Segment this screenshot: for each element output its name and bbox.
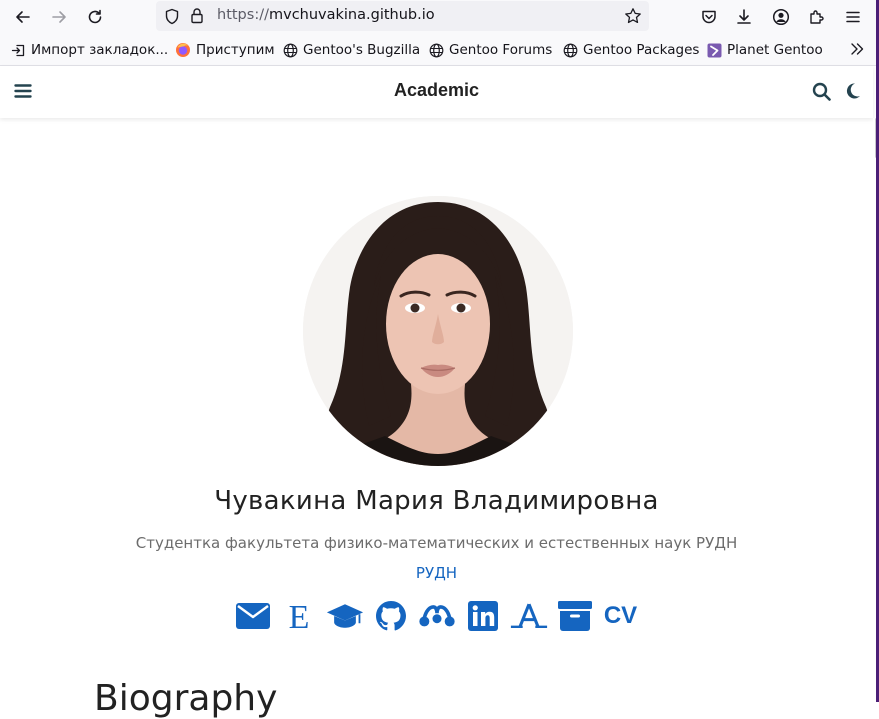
planet-gentoo-icon [707, 43, 722, 57]
reload-icon [88, 9, 102, 24]
email-link[interactable] [234, 598, 272, 634]
url-text[interactable]: https://mvchuvakina.github.io [217, 7, 435, 23]
archive-box-icon [557, 601, 592, 631]
cv-label: CV [603, 602, 638, 629]
bookmark-label: Импорт закладок... [31, 42, 169, 58]
github-icon [375, 601, 406, 631]
url-scheme: https:// [217, 7, 269, 23]
bookmark-import[interactable]: Импорт закладок... [11, 42, 168, 58]
bookmark-gentoo-packages[interactable]: Gentoo Packages [563, 42, 699, 58]
linkedin-link[interactable] [464, 598, 502, 634]
bookmark-label: Приступим [196, 42, 275, 58]
url-host: mvchuvakina.github.io [268, 7, 435, 23]
svg-text:E: E [288, 600, 309, 632]
bookmark-label: Gentoo's Bugzilla [303, 42, 421, 58]
shield-icon[interactable] [164, 8, 180, 25]
google-scholar-link[interactable] [326, 598, 364, 634]
bookmark-label: Planet Gentoo [727, 42, 823, 58]
arrow-left-icon [16, 11, 30, 23]
extensions-button[interactable] [804, 4, 830, 30]
account-button[interactable] [768, 4, 794, 30]
profile-organization-link[interactable]: РУДН [0, 564, 873, 582]
section-title-biography: Biography [94, 678, 278, 719]
envelope-icon [235, 603, 270, 629]
bookmark-label: Gentoo Packages [583, 42, 700, 58]
pocket-icon [702, 10, 716, 24]
bookmark-gentoo-bugzilla[interactable]: Gentoo's Bugzilla [283, 42, 420, 58]
social-links: E CV [0, 598, 873, 634]
reload-button[interactable] [82, 4, 108, 30]
account-icon [772, 8, 790, 26]
site-title[interactable]: Academic [0, 80, 873, 101]
avatar [303, 196, 573, 466]
elibrary-link[interactable]: E [280, 598, 318, 634]
cv-link[interactable]: CV [602, 598, 640, 634]
archive-link[interactable] [556, 598, 594, 634]
pocket-button[interactable] [696, 4, 722, 30]
bookmark-get-started[interactable]: Приступим [175, 42, 275, 58]
hamburger-menu-icon [846, 11, 860, 23]
arrow-right-icon [52, 11, 66, 23]
chevron-double-right-icon[interactable] [849, 41, 865, 57]
linkedin-icon [467, 601, 498, 631]
address-bar[interactable]: https://mvchuvakina.github.io [156, 1, 649, 31]
mendeley-link[interactable] [418, 598, 456, 634]
bookmark-planet-gentoo[interactable]: Planet Gentoo [707, 42, 823, 58]
moon-icon[interactable] [844, 82, 861, 100]
bookmark-gentoo-forums[interactable]: Gentoo Forums [429, 42, 552, 58]
download-icon [737, 9, 751, 24]
graduation-cap-icon [326, 604, 363, 628]
academia-link[interactable] [510, 598, 548, 634]
back-button[interactable] [10, 4, 36, 30]
search-icon[interactable] [812, 82, 831, 101]
profile-name: Чувакина Мария Владимировна [214, 486, 659, 516]
bookmark-star-icon[interactable] [624, 7, 642, 25]
bookmarks-toolbar: Импорт закладок... Приступим Gentoo's Bu… [0, 34, 879, 66]
globe-icon [283, 43, 298, 57]
browser-toolbar: https://mvchuvakina.github.io [0, 0, 879, 34]
menu-button[interactable] [840, 4, 866, 30]
letter-e-icon: E [288, 600, 309, 632]
globe-icon [429, 43, 444, 57]
github-link[interactable] [372, 598, 410, 634]
globe-icon [563, 43, 578, 57]
downloads-button[interactable] [731, 4, 757, 30]
academia-icon [510, 603, 547, 629]
profile-role: Студентка факультета физико-математическ… [135, 534, 738, 552]
import-icon [11, 44, 25, 56]
puzzle-icon [810, 10, 824, 24]
forward-button[interactable] [46, 4, 72, 30]
firefox-icon [176, 43, 190, 57]
site-navbar: Academic [0, 66, 873, 118]
lock-icon[interactable] [190, 7, 204, 24]
mendeley-icon [418, 605, 455, 627]
profile-photo [303, 196, 573, 466]
bookmark-label: Gentoo Forums [449, 42, 553, 58]
